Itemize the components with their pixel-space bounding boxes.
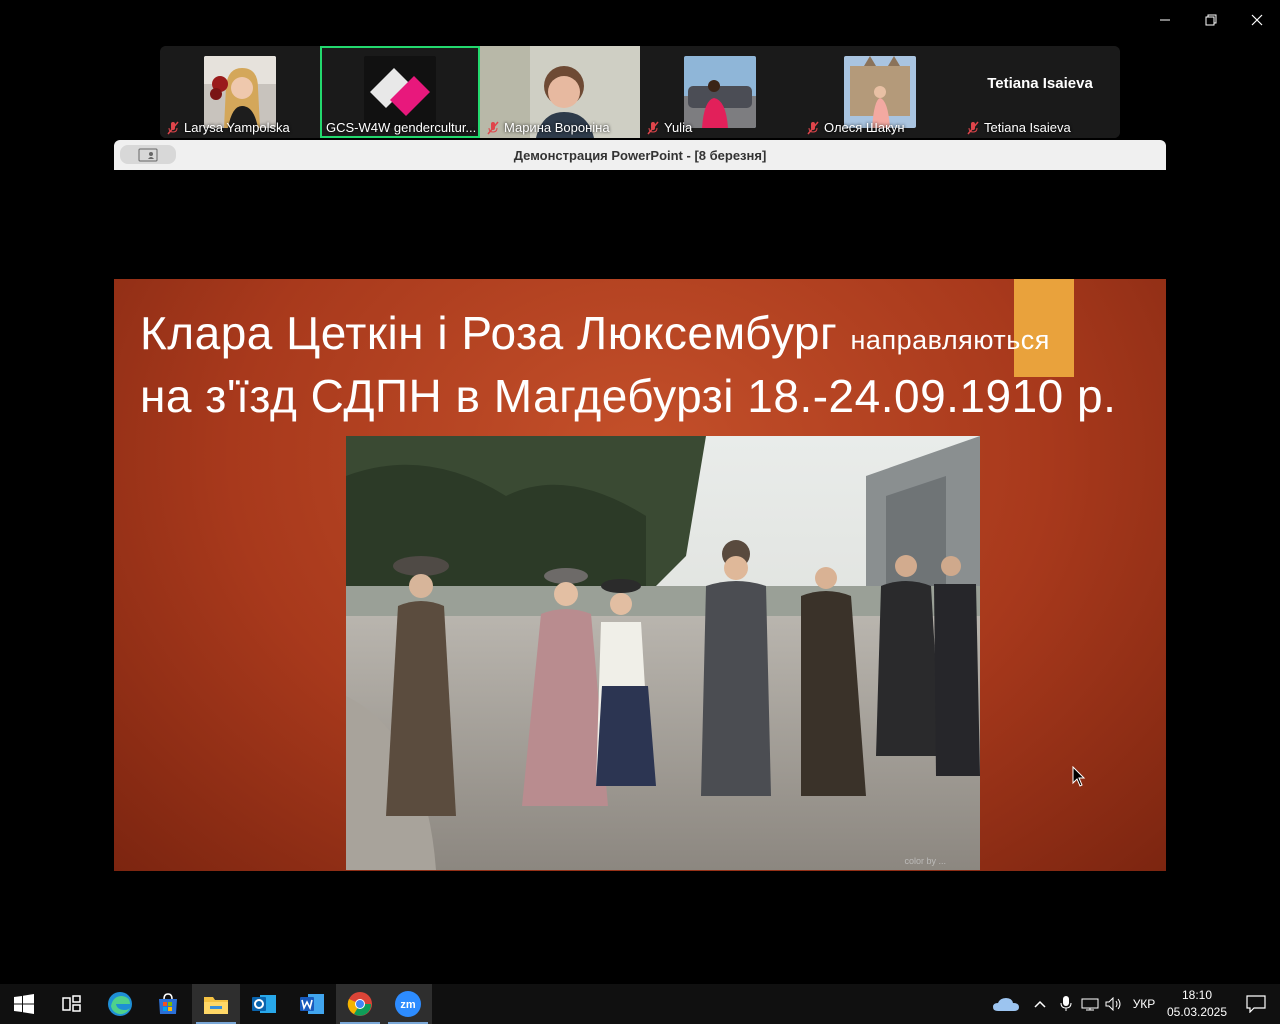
participant-name: Larysa Yampolska: [166, 120, 316, 135]
participant-tile[interactable]: Yulia: [640, 46, 800, 138]
zoom-icon: zm: [395, 991, 421, 1017]
taskbar-app-outlook[interactable]: [240, 984, 288, 1024]
photo-credit: color by ...: [904, 856, 946, 866]
svg-text:zm: zm: [400, 999, 416, 1011]
participant-video: [204, 56, 276, 128]
chrome-icon: [347, 992, 372, 1016]
muted-mic-icon: [487, 121, 499, 134]
language-indicator[interactable]: УКР: [1126, 984, 1162, 1024]
taskbar-app-edge[interactable]: [96, 984, 144, 1024]
participant-tile[interactable]: Олеся Шакун: [800, 46, 960, 138]
word-icon: [300, 994, 324, 1014]
task-view-icon: [62, 995, 81, 1012]
folder-icon: [204, 997, 228, 1014]
taskbar-app-file-explorer[interactable]: [192, 984, 240, 1024]
slide-title-line-1: Клара Цеткін і Роза Люксембург направляю…: [140, 307, 1050, 359]
store-icon: [159, 993, 177, 1014]
share-title: Демонстрация PowerPoint - [8 березня]: [513, 147, 767, 163]
participant-name: GCS-W4W gendercultur...: [326, 120, 476, 135]
participant-video: [684, 56, 756, 128]
muted-mic-icon: [967, 121, 979, 134]
clock-time: 18:10: [1181, 988, 1213, 1002]
notifications-icon: [1246, 995, 1266, 1013]
chevron-up-icon: [1034, 1000, 1046, 1008]
participant-tile[interactable]: Larysa Yampolska: [160, 46, 320, 138]
mouse-cursor-icon: [1072, 766, 1086, 787]
microphone-icon: [1060, 996, 1072, 1011]
share-view-options-button[interactable]: [120, 145, 176, 164]
action-center-button[interactable]: [1232, 984, 1280, 1024]
restore-button[interactable]: [1188, 0, 1234, 40]
microphone-tray-button[interactable]: [1054, 984, 1078, 1024]
onedrive-cloud-icon: [993, 998, 1019, 1011]
taskbar-app-word[interactable]: [288, 984, 336, 1024]
taskbar-app-zoom[interactable]: zm: [384, 984, 432, 1024]
windows-logo-icon: [14, 994, 34, 1014]
gcs-logo: [364, 56, 436, 128]
muted-mic-icon: [167, 121, 179, 134]
show-hidden-icons-button[interactable]: [1026, 984, 1054, 1024]
presentation-slide: Клара Цеткін і Роза Люксембург направляю…: [114, 279, 1166, 871]
slide-title-line-2: на з'їзд СДПН в Магдебурзі 18.-24.09.191…: [140, 370, 1117, 422]
historical-photo: color by ...: [346, 436, 980, 870]
participant-name: Tetiana Isaieva: [966, 120, 1116, 135]
network-icon: [1081, 998, 1099, 1011]
network-button[interactable]: [1078, 984, 1102, 1024]
screen-share-icon: [138, 148, 158, 161]
participant-tile[interactable]: Tetiana Isaieva Tetiana Isaieva: [960, 46, 1120, 138]
minimize-icon: [1160, 19, 1170, 21]
shared-screen[interactable]: Клара Цеткін і Роза Люксембург направляю…: [114, 170, 1166, 982]
outlook-icon: [252, 995, 276, 1013]
edge-icon: [108, 992, 132, 1016]
participant-video: [844, 56, 916, 128]
screen-share-header: Демонстрация PowerPoint - [8 березня]: [114, 140, 1166, 170]
system-tray: УКР 18:10 05.03.2025: [986, 984, 1280, 1024]
slide-title: Клара Цеткін і Роза Люксембург направляю…: [140, 305, 1116, 424]
window-controls: [1142, 0, 1280, 40]
participant-name: Марина Вороніна: [486, 120, 636, 135]
participant-tile-active-speaker[interactable]: GCS-W4W gendercultur...: [320, 46, 480, 138]
speaker-icon: [1105, 997, 1121, 1011]
start-button[interactable]: [0, 984, 48, 1024]
clock-date: 05.03.2025: [1166, 1005, 1228, 1019]
clock[interactable]: 18:10 05.03.2025: [1162, 984, 1232, 1024]
onedrive-button[interactable]: [986, 984, 1026, 1024]
participant-name: Yulia: [646, 120, 796, 135]
close-icon: [1251, 14, 1263, 26]
participant-tile[interactable]: Марина Вороніна: [480, 46, 640, 138]
muted-mic-icon: [807, 121, 819, 134]
task-view-button[interactable]: [48, 984, 96, 1024]
taskbar-app-store[interactable]: [144, 984, 192, 1024]
participant-name: Олеся Шакун: [806, 120, 956, 135]
windows-taskbar: zm УКР 18:10 05.03.2025: [0, 984, 1280, 1024]
participant-display-name: Tetiana Isaieva: [987, 74, 1093, 92]
close-button[interactable]: [1234, 0, 1280, 40]
taskbar-app-chrome[interactable]: [336, 984, 384, 1024]
participant-gallery: Larysa Yampolska GCS-W4W gendercultur...…: [160, 46, 1120, 138]
volume-button[interactable]: [1102, 984, 1126, 1024]
restore-icon: [1205, 14, 1217, 26]
minimize-button[interactable]: [1142, 0, 1188, 40]
muted-mic-icon: [647, 121, 659, 134]
